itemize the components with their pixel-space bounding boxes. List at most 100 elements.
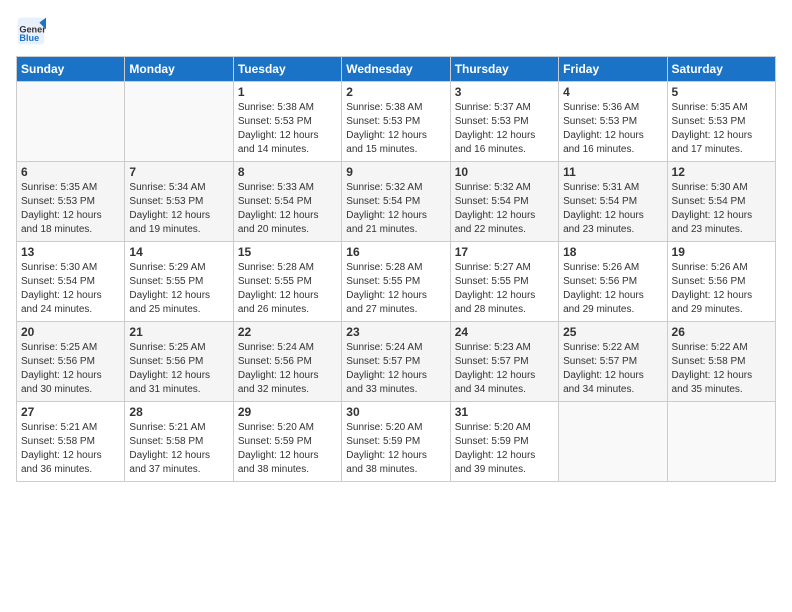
day-number: 29 <box>238 405 337 419</box>
calendar-cell: 9 Sunrise: 5:32 AMSunset: 5:54 PMDaylight… <box>342 162 450 242</box>
day-info: Sunrise: 5:20 AMSunset: 5:59 PMDaylight:… <box>455 421 554 477</box>
calendar-cell: 6 Sunrise: 5:35 AMSunset: 5:53 PMDaylight… <box>17 162 125 242</box>
day-number: 28 <box>129 405 228 419</box>
day-number: 6 <box>21 165 120 179</box>
calendar-cell: 18 Sunrise: 5:26 AMSunset: 5:56 PMDayligh… <box>559 242 667 322</box>
day-number: 21 <box>129 325 228 339</box>
calendar-cell: 5 Sunrise: 5:35 AMSunset: 5:53 PMDaylight… <box>667 82 775 162</box>
weekday-header: Monday <box>125 57 233 82</box>
day-info: Sunrise: 5:30 AMSunset: 5:54 PMDaylight:… <box>21 261 120 317</box>
calendar-cell: 20 Sunrise: 5:25 AMSunset: 5:56 PMDayligh… <box>17 322 125 402</box>
day-info: Sunrise: 5:24 AMSunset: 5:57 PMDaylight:… <box>346 341 445 397</box>
svg-text:Blue: Blue <box>19 33 39 43</box>
weekday-header: Wednesday <box>342 57 450 82</box>
day-number: 5 <box>672 85 771 99</box>
weekday-header: Thursday <box>450 57 558 82</box>
calendar-cell: 7 Sunrise: 5:34 AMSunset: 5:53 PMDaylight… <box>125 162 233 242</box>
day-number: 22 <box>238 325 337 339</box>
day-info: Sunrise: 5:23 AMSunset: 5:57 PMDaylight:… <box>455 341 554 397</box>
day-info: Sunrise: 5:25 AMSunset: 5:56 PMDaylight:… <box>129 341 228 397</box>
day-number: 14 <box>129 245 228 259</box>
day-number: 8 <box>238 165 337 179</box>
calendar-cell <box>125 82 233 162</box>
day-info: Sunrise: 5:28 AMSunset: 5:55 PMDaylight:… <box>346 261 445 317</box>
day-info: Sunrise: 5:28 AMSunset: 5:55 PMDaylight:… <box>238 261 337 317</box>
calendar-table: SundayMondayTuesdayWednesdayThursdayFrid… <box>16 56 776 482</box>
day-info: Sunrise: 5:26 AMSunset: 5:56 PMDaylight:… <box>672 261 771 317</box>
calendar-cell: 27Sunrise: 5:21 AMSunset: 5:58 PMDayligh… <box>17 402 125 482</box>
page-header: General Blue <box>16 16 776 46</box>
day-number: 24 <box>455 325 554 339</box>
day-info: Sunrise: 5:25 AMSunset: 5:56 PMDaylight:… <box>21 341 120 397</box>
day-number: 20 <box>21 325 120 339</box>
day-info: Sunrise: 5:22 AMSunset: 5:58 PMDaylight:… <box>672 341 771 397</box>
calendar-cell: 29 Sunrise: 5:20 AMSunset: 5:59 PMDayligh… <box>233 402 341 482</box>
calendar-cell: 21 Sunrise: 5:25 AMSunset: 5:56 PMDayligh… <box>125 322 233 402</box>
weekday-header: Friday <box>559 57 667 82</box>
day-number: 4 <box>563 85 662 99</box>
day-info: Sunrise: 5:32 AMSunset: 5:54 PMDaylight:… <box>346 181 445 237</box>
day-number: 13 <box>21 245 120 259</box>
calendar-cell: 30 Sunrise: 5:20 AMSunset: 5:59 PMDayligh… <box>342 402 450 482</box>
calendar-cell: 11Sunrise: 5:31 AMSunset: 5:54 PMDayligh… <box>559 162 667 242</box>
day-info: Sunrise: 5:26 AMSunset: 5:56 PMDaylight:… <box>563 261 662 317</box>
day-info: Sunrise: 5:21 AMSunset: 5:58 PMDaylight:… <box>129 421 228 477</box>
day-info: Sunrise: 5:35 AMSunset: 5:53 PMDaylight:… <box>21 181 120 237</box>
day-info: Sunrise: 5:37 AMSunset: 5:53 PMDaylight:… <box>455 101 554 157</box>
day-info: Sunrise: 5:38 AMSunset: 5:53 PMDaylight:… <box>238 101 337 157</box>
day-info: Sunrise: 5:33 AMSunset: 5:54 PMDaylight:… <box>238 181 337 237</box>
calendar-cell: 23 Sunrise: 5:24 AMSunset: 5:57 PMDayligh… <box>342 322 450 402</box>
day-info: Sunrise: 5:20 AMSunset: 5:59 PMDaylight:… <box>346 421 445 477</box>
weekday-header: Sunday <box>17 57 125 82</box>
calendar-cell: 31 Sunrise: 5:20 AMSunset: 5:59 PMDayligh… <box>450 402 558 482</box>
day-info: Sunrise: 5:22 AMSunset: 5:57 PMDaylight:… <box>563 341 662 397</box>
day-number: 31 <box>455 405 554 419</box>
day-number: 18 <box>563 245 662 259</box>
calendar-cell: 19 Sunrise: 5:26 AMSunset: 5:56 PMDayligh… <box>667 242 775 322</box>
day-number: 7 <box>129 165 228 179</box>
day-number: 19 <box>672 245 771 259</box>
day-number: 3 <box>455 85 554 99</box>
day-info: Sunrise: 5:32 AMSunset: 5:54 PMDaylight:… <box>455 181 554 237</box>
calendar-cell: 25Sunrise: 5:22 AMSunset: 5:57 PMDayligh… <box>559 322 667 402</box>
day-number: 16 <box>346 245 445 259</box>
day-info: Sunrise: 5:30 AMSunset: 5:54 PMDaylight:… <box>672 181 771 237</box>
day-info: Sunrise: 5:38 AMSunset: 5:53 PMDaylight:… <box>346 101 445 157</box>
day-info: Sunrise: 5:36 AMSunset: 5:53 PMDaylight:… <box>563 101 662 157</box>
calendar-cell: 3 Sunrise: 5:37 AMSunset: 5:53 PMDaylight… <box>450 82 558 162</box>
calendar-cell: 8 Sunrise: 5:33 AMSunset: 5:54 PMDaylight… <box>233 162 341 242</box>
calendar-cell <box>17 82 125 162</box>
calendar-cell: 22 Sunrise: 5:24 AMSunset: 5:56 PMDayligh… <box>233 322 341 402</box>
calendar-cell <box>559 402 667 482</box>
calendar-cell: 15 Sunrise: 5:28 AMSunset: 5:55 PMDayligh… <box>233 242 341 322</box>
calendar-cell <box>667 402 775 482</box>
day-info: Sunrise: 5:34 AMSunset: 5:53 PMDaylight:… <box>129 181 228 237</box>
calendar-cell: 16 Sunrise: 5:28 AMSunset: 5:55 PMDayligh… <box>342 242 450 322</box>
day-number: 17 <box>455 245 554 259</box>
weekday-header: Tuesday <box>233 57 341 82</box>
calendar-cell: 10Sunrise: 5:32 AMSunset: 5:54 PMDayligh… <box>450 162 558 242</box>
calendar-cell: 28 Sunrise: 5:21 AMSunset: 5:58 PMDayligh… <box>125 402 233 482</box>
day-number: 11 <box>563 165 662 179</box>
day-number: 15 <box>238 245 337 259</box>
calendar-cell: 26 Sunrise: 5:22 AMSunset: 5:58 PMDayligh… <box>667 322 775 402</box>
calendar-cell: 24 Sunrise: 5:23 AMSunset: 5:57 PMDayligh… <box>450 322 558 402</box>
day-number: 26 <box>672 325 771 339</box>
day-number: 2 <box>346 85 445 99</box>
calendar-header: SundayMondayTuesdayWednesdayThursdayFrid… <box>17 57 776 82</box>
day-number: 12 <box>672 165 771 179</box>
day-info: Sunrise: 5:29 AMSunset: 5:55 PMDaylight:… <box>129 261 228 317</box>
day-info: Sunrise: 5:24 AMSunset: 5:56 PMDaylight:… <box>238 341 337 397</box>
day-info: Sunrise: 5:20 AMSunset: 5:59 PMDaylight:… <box>238 421 337 477</box>
calendar-cell: 2 Sunrise: 5:38 AMSunset: 5:53 PMDaylight… <box>342 82 450 162</box>
logo: General Blue <box>16 16 50 46</box>
day-info: Sunrise: 5:35 AMSunset: 5:53 PMDaylight:… <box>672 101 771 157</box>
day-info: Sunrise: 5:27 AMSunset: 5:55 PMDaylight:… <box>455 261 554 317</box>
calendar-cell: 1 Sunrise: 5:38 AMSunset: 5:53 PMDaylight… <box>233 82 341 162</box>
day-number: 1 <box>238 85 337 99</box>
calendar-cell: 4 Sunrise: 5:36 AMSunset: 5:53 PMDaylight… <box>559 82 667 162</box>
day-number: 9 <box>346 165 445 179</box>
day-info: Sunrise: 5:21 AMSunset: 5:58 PMDaylight:… <box>21 421 120 477</box>
day-number: 30 <box>346 405 445 419</box>
day-number: 23 <box>346 325 445 339</box>
